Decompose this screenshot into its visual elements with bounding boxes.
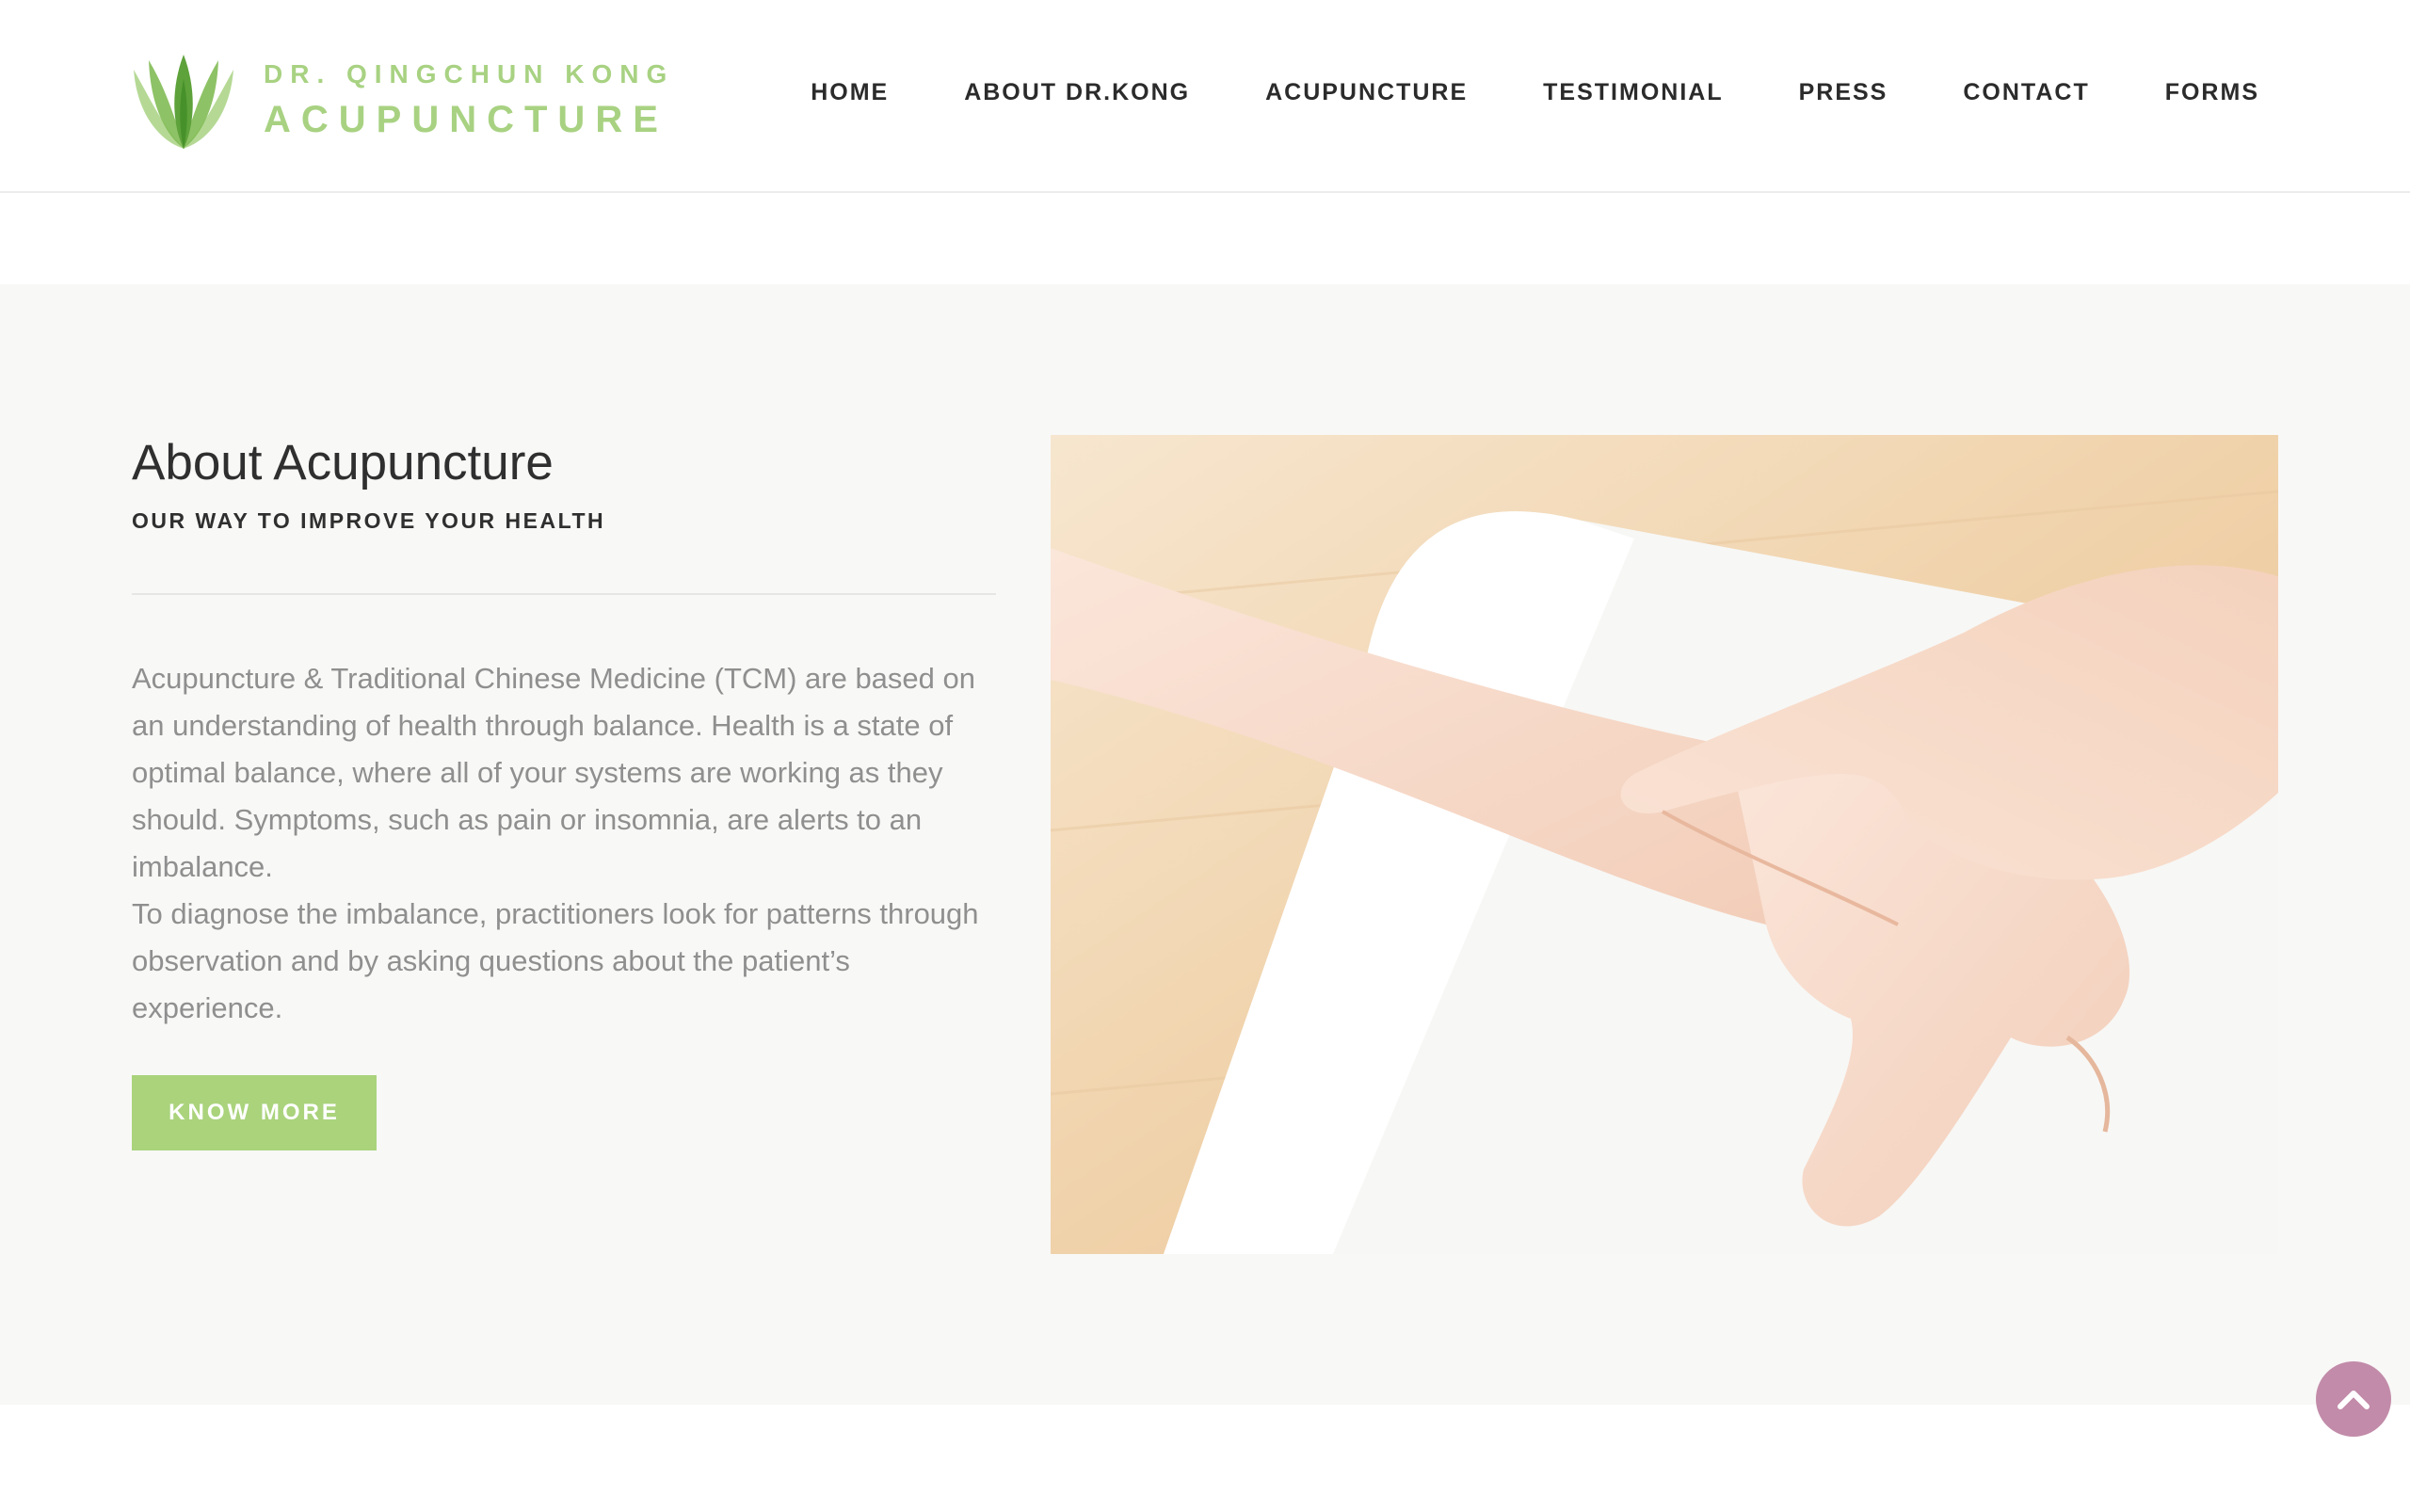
nav-forms[interactable]: FORMS (2165, 79, 2259, 106)
section-title: About Acupuncture (132, 435, 554, 491)
about-paragraph-1: Acupuncture & Traditional Chinese Medici… (132, 662, 976, 883)
lotus-leaf-icon (134, 55, 233, 149)
about-paragraph-2: To diagnose the imbalance, practitioners… (132, 897, 979, 1024)
site-header: DR. QINGCHUN KONG ACUPUNCTURE HOME ABOUT… (0, 0, 2410, 193)
know-more-button[interactable]: KNOW MORE (132, 1075, 377, 1150)
site-logo[interactable]: DR. QINGCHUN KONG ACUPUNCTURE (130, 53, 674, 151)
about-text: Acupuncture & Traditional Chinese Medici… (132, 655, 998, 1032)
chevron-up-icon (2338, 1391, 2370, 1409)
nav-press[interactable]: PRESS (1799, 79, 1888, 106)
about-content: About Acupuncture OUR WAY TO IMPROVE YOU… (132, 433, 998, 1150)
scroll-to-top-button[interactable] (2316, 1361, 2391, 1437)
pulse-diagnosis-photo (1051, 435, 2278, 1254)
photo-illustration (1051, 435, 2278, 1254)
nav-contact[interactable]: CONTACT (1963, 79, 2089, 106)
section-subtitle: OUR WAY TO IMPROVE YOUR HEALTH (132, 508, 606, 533)
nav-home[interactable]: HOME (811, 79, 889, 106)
nav-testimonial[interactable]: TESTIMONIAL (1543, 79, 1723, 106)
logo-name: DR. QINGCHUN KONG (264, 59, 675, 88)
logo-text: DR. QINGCHUN KONG ACUPUNCTURE (264, 58, 674, 145)
main-nav: HOME ABOUT DR.KONG ACUPUNCTURE TESTIMONI… (811, 73, 2259, 111)
divider (132, 593, 996, 595)
about-acupuncture-section: About Acupuncture OUR WAY TO IMPROVE YOU… (0, 284, 2410, 1405)
nav-about-dr-kong[interactable]: ABOUT DR.KONG (964, 79, 1190, 106)
page: DR. QINGCHUN KONG ACUPUNCTURE HOME ABOUT… (0, 0, 2410, 1512)
logo-tagline: ACUPUNCTURE (264, 99, 668, 140)
nav-acupuncture[interactable]: ACUPUNCTURE (1265, 79, 1468, 106)
